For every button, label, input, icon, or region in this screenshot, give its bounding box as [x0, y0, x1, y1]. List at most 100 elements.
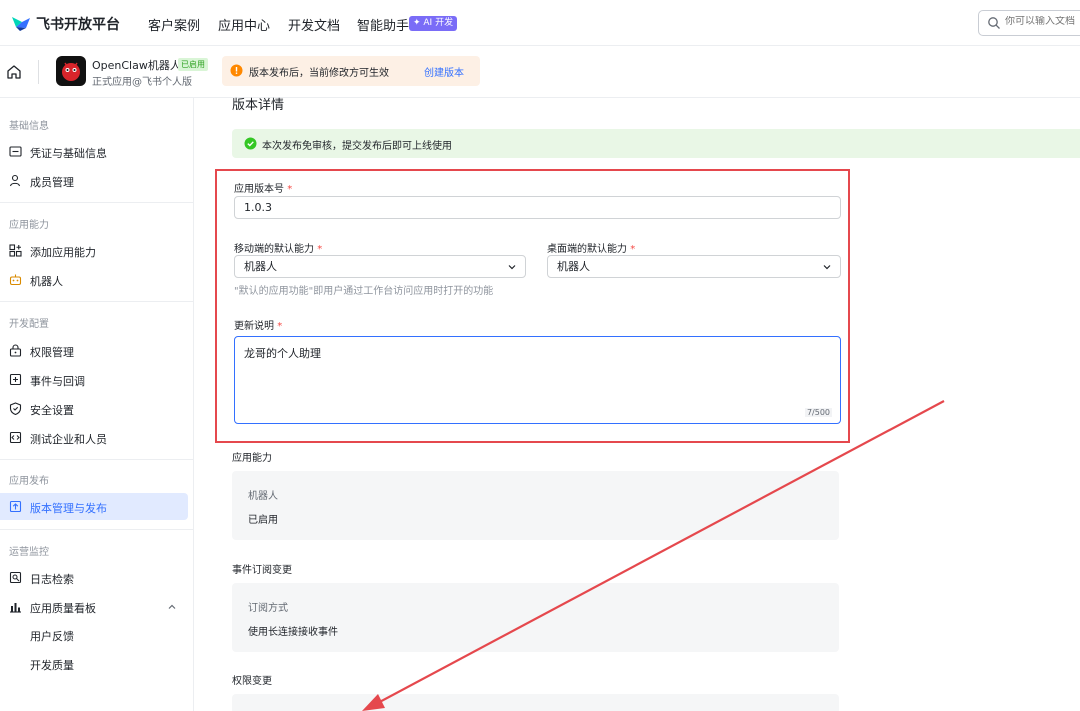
app-name: OpenClaw机器人 — [92, 59, 181, 72]
event-change-card: 订阅方式 使用长连接接收事件 — [232, 583, 839, 652]
lock-icon — [9, 344, 22, 357]
publish-notice: 版本发布后，当前修改方可生效 创建版本 — [222, 56, 480, 86]
release-notes-text: 龙哥的个人助理 — [244, 347, 321, 360]
highlight-box: 应用版本号 * 1.0.3 移动端的默认能力 * 机器人 桌面端的默认能力 * … — [215, 169, 850, 443]
capability-card: 机器人 已启用 — [232, 471, 839, 540]
nav-smart-assistant[interactable]: 智能助手 — [357, 15, 409, 34]
robot-icon — [9, 274, 22, 286]
code-icon — [9, 431, 22, 444]
mobile-default-label: 移动端的默认能力 * — [234, 244, 323, 255]
default-capability-hint: "默认的应用功能"即用户通过工作台访问应用时打开的功能 — [234, 286, 494, 297]
user-icon — [9, 174, 21, 187]
sidebar-item-label: 权限管理 — [30, 346, 74, 359]
success-text: 本次发布免审核，提交发布后即可上线使用 — [262, 141, 452, 152]
nav-app-center[interactable]: 应用中心 — [218, 15, 270, 34]
sidebar-item-user-feedback[interactable]: 用户反馈 — [0, 621, 188, 648]
brand-title[interactable]: 飞书开放平台 — [36, 14, 120, 34]
required-mark: * — [287, 184, 293, 195]
id-card-icon — [9, 146, 22, 157]
search-box[interactable] — [978, 10, 1080, 36]
sidebar-item-label: 安全设置 — [30, 404, 74, 417]
sidebar-item-label: 添加应用能力 — [30, 246, 96, 259]
sidebar-item-label: 凭证与基础信息 — [30, 147, 107, 160]
desktop-default-value: 机器人 — [557, 260, 590, 273]
capability-name: 机器人 — [248, 491, 278, 502]
event-change-title: 事件订阅变更 — [232, 565, 292, 576]
sidebar-section-release: 应用发布 — [9, 476, 49, 487]
sidebar-item-members[interactable]: 成员管理 — [0, 167, 188, 194]
sidebar-item-permissions[interactable]: 权限管理 — [0, 337, 188, 364]
notice-text: 版本发布后，当前修改方可生效 — [249, 68, 389, 79]
required-mark: * — [630, 244, 636, 255]
mobile-default-select[interactable]: 机器人 — [234, 255, 526, 278]
app-header: OpenClaw机器人 已启用 正式应用@飞书个人版 版本发布后，当前修改方可生… — [0, 46, 1080, 98]
permission-change-title: 权限变更 — [232, 676, 272, 687]
sidebar-item-bot[interactable]: 机器人 — [0, 266, 188, 293]
sidebar-item-dev-quality[interactable]: 开发质量 — [0, 650, 188, 677]
required-mark: * — [317, 244, 323, 255]
sidebar-item-log-search[interactable]: 日志检索 — [0, 564, 188, 591]
search-icon — [988, 17, 1000, 29]
shield-icon — [9, 402, 22, 415]
sidebar-item-label: 成员管理 — [30, 176, 74, 189]
desktop-default-select[interactable]: 机器人 — [547, 255, 841, 278]
home-icon[interactable] — [6, 64, 22, 80]
sidebar-item-quality-board[interactable]: 应用质量看板 — [0, 593, 188, 620]
sidebar: 基础信息 凭证与基础信息 成员管理 应用能力 添加应用能力 机器人 开发配置 权… — [0, 98, 194, 711]
ai-dev-badge: ✦ AI 开发 — [409, 16, 458, 31]
required-mark: * — [277, 321, 283, 332]
sidebar-section-capabilities: 应用能力 — [9, 220, 49, 231]
sidebar-item-label: 版本管理与发布 — [30, 502, 107, 515]
chevron-down-icon — [823, 265, 831, 270]
feishu-logo-icon[interactable] — [10, 13, 32, 33]
sidebar-item-credentials[interactable]: 凭证与基础信息 — [0, 138, 188, 165]
success-banner: 本次发布免审核，提交发布后即可上线使用 — [232, 129, 1080, 158]
sidebar-divider — [0, 529, 194, 530]
sidebar-divider — [0, 202, 194, 203]
sidebar-item-security[interactable]: 安全设置 — [0, 395, 188, 422]
desktop-default-label: 桌面端的默认能力 * — [547, 244, 636, 255]
robot-lobster-icon — [62, 62, 80, 81]
release-notes-textarea[interactable]: 龙哥的个人助理 7/500 — [234, 336, 841, 424]
search-input[interactable] — [1005, 16, 1080, 27]
header-divider — [38, 60, 39, 84]
capability-section-title: 应用能力 — [232, 453, 272, 464]
sidebar-item-label: 测试企业和人员 — [30, 433, 107, 446]
nav-dev-docs[interactable]: 开发文档 — [288, 15, 340, 34]
nav-customer-cases[interactable]: 客户案例 — [148, 15, 200, 34]
top-navigation: 飞书开放平台 客户案例 应用中心 开发文档 智能助手 ✦ AI 开发 — [0, 0, 1080, 46]
sidebar-item-label: 机器人 — [30, 275, 63, 288]
event-change-value: 使用长连接接收事件 — [248, 627, 338, 638]
sidebar-item-label: 应用质量看板 — [30, 602, 96, 615]
app-avatar — [56, 56, 86, 86]
chevron-down-icon — [508, 265, 516, 270]
event-change-key: 订阅方式 — [248, 603, 288, 614]
sidebar-item-label: 事件与回调 — [30, 375, 85, 388]
app-subtitle: 正式应用@飞书个人版 — [92, 77, 192, 88]
capability-status: 已启用 — [248, 515, 278, 526]
sidebar-item-add-capability[interactable]: 添加应用能力 — [0, 237, 188, 264]
status-badge: 已启用 — [178, 58, 208, 71]
sidebar-item-version-release[interactable]: 版本管理与发布 — [0, 493, 188, 520]
main-content: 版本详情 本次发布免审核，提交发布后即可上线使用 应用版本号 * 1.0.3 移… — [215, 98, 1080, 711]
sidebar-section-dev-config: 开发配置 — [9, 319, 49, 330]
sidebar-item-test-org[interactable]: 测试企业和人员 — [0, 424, 188, 451]
sidebar-item-label: 开发质量 — [30, 659, 74, 672]
sidebar-item-events[interactable]: 事件与回调 — [0, 366, 188, 393]
mobile-default-value: 机器人 — [244, 260, 277, 273]
sidebar-section-basic: 基础信息 — [9, 121, 49, 132]
permission-change-card — [232, 694, 839, 711]
check-circle-icon — [244, 137, 257, 150]
sidebar-item-label: 日志检索 — [30, 573, 74, 586]
char-counter: 7/500 — [804, 408, 832, 417]
grid-plus-icon — [9, 244, 22, 257]
bar-chart-icon — [10, 603, 21, 613]
sidebar-item-label: 用户反馈 — [30, 630, 74, 643]
chevron-up-icon[interactable] — [167, 602, 177, 612]
version-input[interactable]: 1.0.3 — [234, 196, 841, 219]
create-version-link[interactable]: 创建版本 — [424, 64, 464, 79]
log-search-icon — [9, 571, 22, 584]
upload-icon — [9, 500, 22, 513]
sidebar-divider — [0, 301, 194, 302]
page-title: 版本详情 — [232, 98, 285, 113]
